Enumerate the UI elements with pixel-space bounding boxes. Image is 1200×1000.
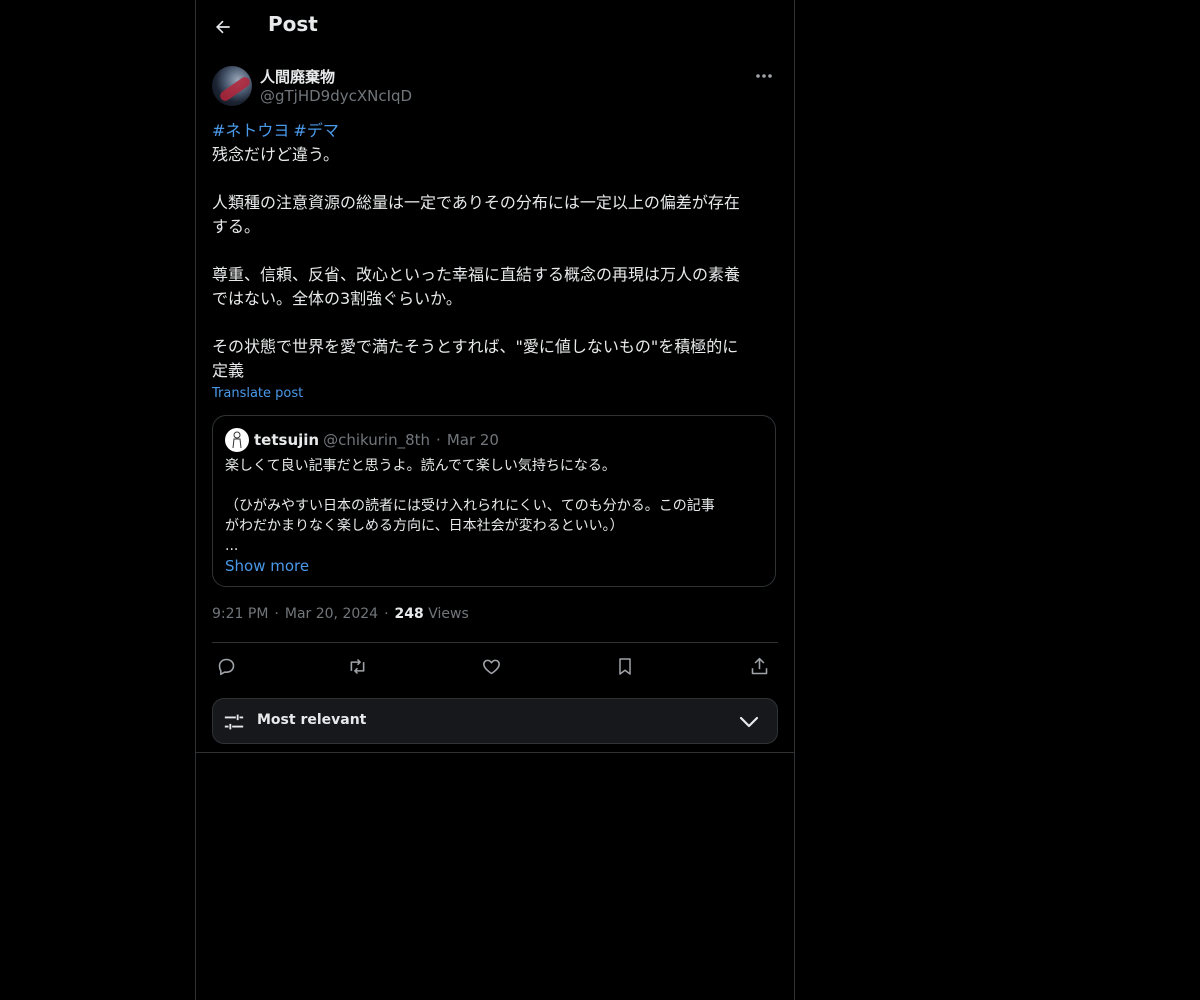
post-column: Post 人間廃棄物 @gTjHD9dycXNcIqD #ネトウヨ #デマ 残念だ…: [195, 0, 795, 1000]
page-title: Post: [268, 12, 318, 36]
post-paragraph: 尊重、信頼、反省、改心といった幸福に直結する概念の再現は万人の素養 ではない。全体…: [212, 265, 741, 308]
translate-post-link[interactable]: Translate post: [212, 386, 303, 401]
divider: [212, 642, 778, 643]
more-dots-icon: [756, 74, 772, 78]
share-button[interactable]: [747, 654, 771, 678]
quoted-author-handle: @chikurin_8th: [323, 431, 431, 449]
action-bar: [212, 652, 778, 680]
bookmark-button[interactable]: [613, 654, 637, 678]
reply-button[interactable]: [214, 654, 238, 678]
reply-icon: [218, 658, 234, 675]
repost-icon: [350, 658, 364, 674]
quoted-post-header: tetsujin @chikurin_8th · Mar 20: [225, 428, 499, 452]
post-paragraph: 人類種の注意資源の総量は一定でありその分布には一定以上の偏差が存在 する。: [212, 193, 740, 236]
quoted-post-text: 楽しくて良い記事だと思うよ。読んでて楽しい気持ちになる。 （ひがみやすい日本の読…: [225, 458, 715, 554]
author-handle[interactable]: @gTjHD9dycXNcIqD: [260, 87, 412, 105]
author-row: 人間廃棄物 @gTjHD9dycXNcIqD: [212, 64, 778, 108]
like-button[interactable]: [479, 654, 503, 678]
back-arrow-icon: [216, 20, 230, 34]
sort-sliders-icon: [224, 714, 244, 730]
post-text: #ネトウヨ #デマ 残念だけど違う。 人類種の注意資源の総量は一定でありその分布に…: [212, 119, 778, 383]
like-icon: [482, 659, 500, 674]
back-button[interactable]: [206, 10, 240, 44]
post-paragraph: その状態で世界を愛で満たそうとすれば、"愛に値しないもの"を積極的に 定義: [212, 337, 739, 380]
author-name[interactable]: 人間廃棄物: [260, 66, 335, 87]
quoted-avatar-figure-icon: [232, 431, 242, 449]
post-header: Post: [196, 0, 794, 53]
quoted-avatar: [225, 428, 249, 452]
post-time[interactable]: 9:21 PM: [212, 606, 268, 622]
quoted-post[interactable]: tetsujin @chikurin_8th · Mar 20 楽しくて良い記事…: [212, 415, 776, 587]
views-count: 248: [394, 606, 424, 622]
sort-replies-dropdown[interactable]: Most relevant: [212, 698, 778, 744]
views-label: Views: [428, 606, 469, 622]
post-date[interactable]: Mar 20, 2024: [285, 606, 378, 622]
sort-label: Most relevant: [257, 712, 367, 728]
show-more-link[interactable]: Show more: [225, 557, 309, 575]
post-paragraph: 残念だけど違う。: [212, 145, 340, 164]
bookmark-icon: [619, 657, 631, 675]
separator-dot: ·: [436, 431, 441, 449]
quoted-author-name: tetsujin: [254, 431, 320, 449]
quoted-post-date: Mar 20: [446, 431, 499, 449]
hashtag-link[interactable]: #デマ: [293, 121, 338, 140]
avatar[interactable]: [212, 66, 252, 106]
chevron-down-icon: [739, 716, 759, 728]
hashtags: #ネトウヨ #デマ: [212, 119, 778, 143]
repost-button[interactable]: [345, 654, 369, 678]
hashtag-link[interactable]: #ネトウヨ: [212, 121, 289, 140]
share-icon: [751, 657, 767, 674]
post-meta: 9:21 PM · Mar 20, 2024 · 248 Views: [212, 606, 469, 622]
more-options-button[interactable]: [750, 64, 778, 88]
divider: [196, 752, 794, 753]
